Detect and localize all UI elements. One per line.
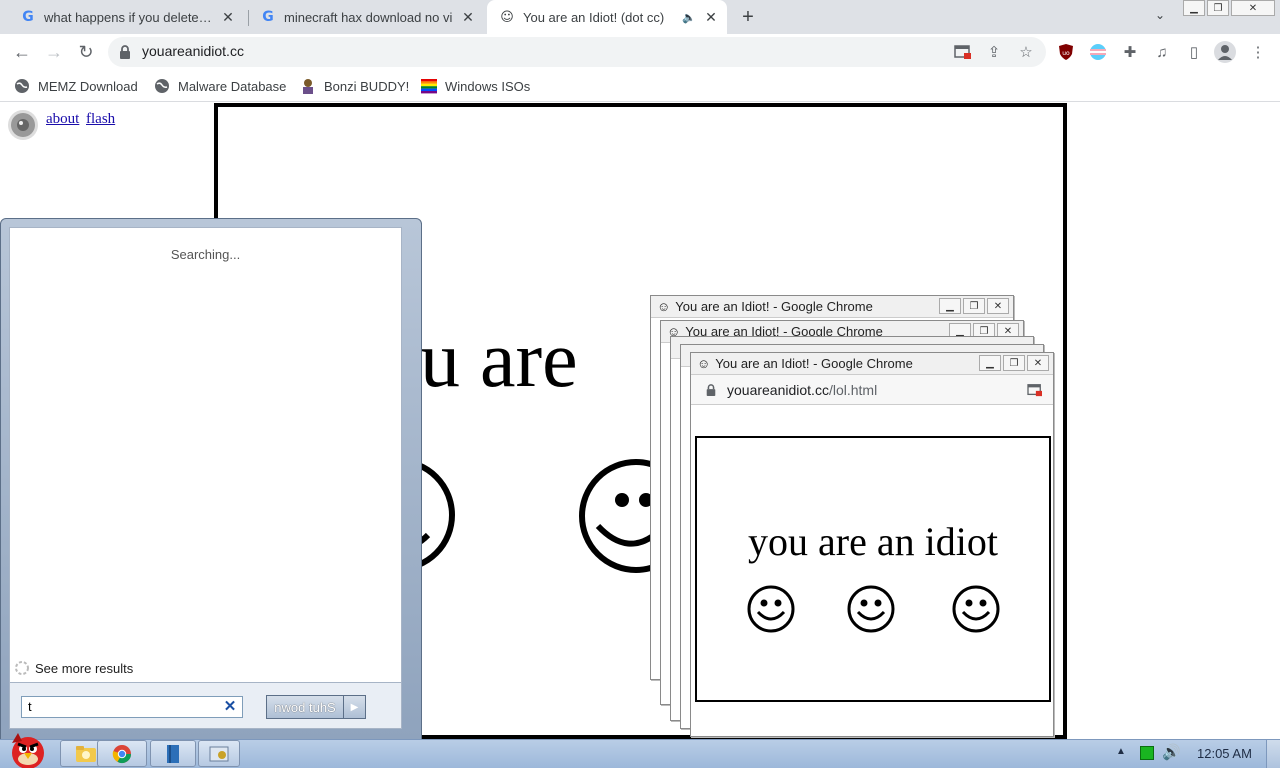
bookmark-memz[interactable]: MEMZ Download — [14, 76, 138, 96]
tab-2[interactable]: G minecraft hax download no vi ✕ — [250, 0, 484, 34]
shutdown-arrow-icon[interactable]: ▶ — [343, 696, 365, 718]
share-icon[interactable]: ⇪ — [984, 42, 1004, 62]
ublock-origin-icon[interactable]: uo — [1056, 42, 1076, 62]
start-button-angry-bird-icon[interactable] — [2, 729, 52, 768]
tab-separator — [248, 10, 249, 26]
smiley-favicon-icon: ☺ — [657, 299, 671, 314]
bookmark-label: MEMZ Download — [38, 78, 138, 94]
clear-search-icon[interactable]: ✕ — [222, 699, 238, 715]
popup-url-path: /lol.html — [828, 381, 878, 398]
url-text[interactable]: youareanidiot.cc — [142, 43, 244, 59]
smiley-face-icon — [951, 584, 1001, 634]
close-tab-icon[interactable]: ✕ — [460, 9, 476, 25]
tab-title: You are an Idiot! (dot cc) — [523, 9, 665, 25]
minimize-button[interactable]: ▁ — [939, 298, 961, 314]
globe-icon — [154, 78, 170, 94]
rainbow-flag-icon — [421, 78, 437, 94]
restore-button[interactable]: ❐ — [1207, 0, 1229, 16]
window-controls: ▁ ❐ ✕ — [1183, 0, 1277, 18]
smiley-favicon-icon: ☺ — [697, 356, 711, 371]
audio-playing-icon[interactable]: 🔈 — [681, 9, 697, 25]
taskbar-tool-button[interactable] — [198, 740, 240, 767]
popup-content-frame[interactable] — [695, 436, 1051, 702]
media-control-icon[interactable]: ♫ — [1152, 42, 1172, 62]
forward-button[interactable]: → — [42, 40, 66, 64]
close-tab-icon[interactable]: ✕ — [703, 9, 719, 25]
new-tab-button[interactable]: + — [738, 7, 758, 27]
tab-search-chevron-icon[interactable]: ⌄ — [1150, 8, 1170, 26]
popup-url-domain: youareanidiot.cc — [727, 381, 829, 398]
minimize-button[interactable]: ▁ — [979, 355, 1001, 371]
extension-flag-icon[interactable] — [1088, 42, 1108, 62]
svg-text:uo: uo — [1062, 50, 1070, 57]
popup-blocked-icon[interactable] — [953, 42, 973, 62]
omnibox[interactable] — [108, 37, 1046, 67]
tab-title: what happens if you delete sy — [44, 9, 214, 25]
popup-blocked-icon[interactable] — [1027, 383, 1043, 397]
taskbar-chrome-button[interactable] — [97, 740, 147, 767]
speaker-icon[interactable] — [6, 108, 40, 142]
bookmark-label: Malware Database — [178, 78, 287, 94]
smiley-face-icon — [578, 458, 650, 578]
bonzi-icon — [300, 78, 316, 94]
taskbar-app-button[interactable] — [150, 740, 196, 767]
smiley-face-icon — [746, 584, 796, 634]
tab-title: minecraft hax download no vi — [284, 9, 453, 25]
globe-icon — [14, 78, 30, 94]
bookmark-windows-isos[interactable]: Windows ISOs — [421, 76, 530, 96]
popup-title: You are an Idiot! - Google Chrome — [675, 299, 873, 314]
see-more-label: See more results — [35, 660, 134, 676]
bookmark-malware-database[interactable]: Malware Database — [154, 76, 286, 96]
spinner-icon — [14, 660, 30, 676]
side-panel-icon[interactable]: ▯ — [1184, 42, 1204, 62]
network-icon[interactable] — [1140, 746, 1154, 760]
popup-titlebar[interactable]: ☺ You are an Idiot! - Google Chrome ▁ ❐ ✕ — [691, 353, 1053, 375]
clock[interactable]: 12:05 AM — [1197, 746, 1252, 761]
search-status: Searching... — [170, 247, 241, 262]
search-results-pane — [9, 227, 402, 683]
start-search-input[interactable]: t — [21, 696, 243, 718]
restore-button[interactable]: ❐ — [1003, 355, 1025, 371]
restore-button[interactable]: ❐ — [963, 298, 985, 314]
show-desktop-button[interactable] — [1266, 740, 1280, 768]
extensions-puzzle-icon[interactable]: ✚ — [1120, 42, 1140, 62]
about-link[interactable]: about — [46, 111, 79, 128]
popup-titlebar[interactable]: ☺ You are an Idiot! - Google Chrome ▁ ❐ ✕ — [651, 296, 1013, 318]
close-button[interactable]: ✕ — [1027, 355, 1049, 371]
popup-address-bar[interactable]: youareanidiot.cc/lol.html — [691, 375, 1053, 405]
menu-kebab-icon[interactable]: ⋮ — [1248, 42, 1268, 62]
close-button[interactable]: ✕ — [987, 298, 1009, 314]
popup-headline: you are an idiot — [748, 519, 998, 564]
folder-icon — [76, 745, 96, 762]
close-tab-icon[interactable]: ✕ — [220, 9, 236, 25]
tab-1[interactable]: G what happens if you delete sy ✕ — [10, 0, 244, 34]
flash-link[interactable]: flash — [86, 111, 115, 128]
bookmark-label: Windows ISOs — [445, 78, 531, 94]
bookmark-star-icon[interactable]: ☆ — [1016, 42, 1036, 62]
google-icon: G — [262, 9, 274, 25]
back-button[interactable]: ← — [10, 40, 34, 64]
profile-avatar-icon[interactable] — [1214, 41, 1236, 63]
volume-icon[interactable]: 🔊 — [1162, 743, 1181, 761]
lock-icon — [705, 383, 717, 397]
shutdown-button[interactable]: nwod tuhS ▶ — [266, 695, 366, 719]
shutdown-label: nwod tuhS — [274, 699, 336, 715]
smiley-face-icon — [846, 584, 896, 634]
lock-icon[interactable] — [118, 44, 132, 60]
bookmark-bonzi-buddy[interactable]: Bonzi BUDDY! — [300, 76, 409, 96]
close-window-button[interactable]: ✕ — [1231, 0, 1275, 16]
chrome-icon — [112, 744, 131, 763]
reload-button[interactable]: ↻ — [74, 40, 98, 64]
show-hidden-icons[interactable]: ▲ — [1116, 746, 1126, 757]
google-icon: G — [22, 9, 34, 25]
popup-title: You are an Idiot! - Google Chrome — [715, 356, 913, 371]
bookmark-label: Bonzi BUDDY! — [324, 78, 410, 94]
see-more-results-link[interactable]: See more results — [14, 660, 133, 676]
settings-window-icon — [209, 746, 229, 761]
tab-3-active[interactable]: ☺ You are an Idiot! (dot cc) 🔈 ✕ — [487, 0, 727, 34]
smiley-favicon-icon: ☺ — [500, 9, 514, 25]
minimize-button[interactable]: ▁ — [1183, 0, 1205, 16]
book-icon — [167, 744, 179, 763]
